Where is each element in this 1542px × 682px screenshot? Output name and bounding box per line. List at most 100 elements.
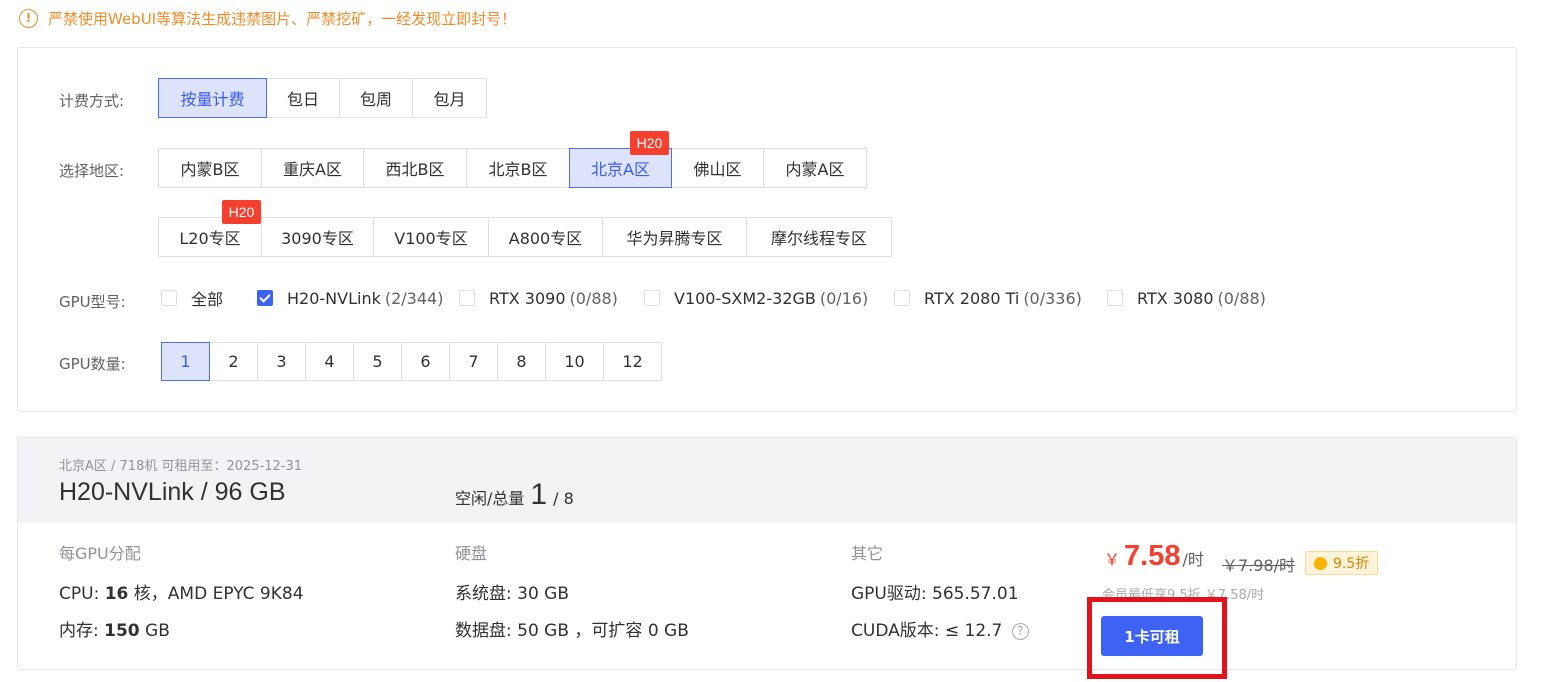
memory-label: 内存:	[59, 621, 99, 641]
question-circle-icon[interactable]: ?	[1011, 622, 1029, 640]
cpu-model: 核，AMD EPYC 9K84	[133, 584, 304, 604]
filter-panel: 计费方式: 按量计费 包日 包周 包月 选择地区: 内蒙B区 重庆A区 西北B区…	[17, 47, 1517, 412]
gpu-type-option-all[interactable]: 全部	[161, 286, 257, 310]
gpu-count-option-1[interactable]: 1	[161, 342, 210, 381]
gpu-count-option-6[interactable]: 6	[401, 342, 450, 381]
system-disk-spec: 系统盘: 30 GB	[455, 579, 569, 604]
gpu-type-name: V100-SXM2-32GB	[674, 288, 816, 308]
data-disk-value: 50 GB ，可扩容 0 GB	[517, 621, 689, 641]
gpu-driver-label: GPU驱动:	[851, 584, 927, 604]
gpu-type-count: (0/336)	[1023, 288, 1082, 308]
checkbox-checked[interactable]	[257, 290, 273, 306]
gpu-count-option-3[interactable]: 3	[257, 342, 306, 381]
gpu-type-name: 全部	[191, 290, 224, 309]
machine-model-title: H20-NVLink / 96 GB	[59, 478, 286, 506]
h20-badge: H20	[630, 131, 669, 155]
system-disk-value: 30 GB	[517, 584, 570, 604]
memory-value: 150	[104, 621, 140, 641]
idle-total: 空闲/总量 1 / 8	[455, 478, 574, 512]
checkbox[interactable]	[894, 290, 910, 306]
gpu-count-label: GPU数量:	[59, 355, 126, 373]
gpu-type-options: 全部 H20-NVLink (2/344) RTX 3090 (0/88) V1…	[161, 285, 1266, 311]
cuda-value: ≤ 12.7	[944, 621, 1003, 641]
gpu-type-option-rtx-2080-ti[interactable]: RTX 2080 Ti (0/336)	[894, 289, 1107, 308]
region-option-a800[interactable]: A800专区	[488, 217, 603, 257]
coin-icon	[1314, 556, 1327, 570]
region-option-label: 北京A区	[591, 160, 650, 179]
price-currency: ￥	[1104, 550, 1121, 569]
checkbox[interactable]	[459, 290, 475, 306]
gpu-type-name: H20-NVLink	[287, 288, 381, 308]
region-option-3090[interactable]: 3090专区	[261, 217, 374, 257]
billing-option-daily[interactable]: 包日	[266, 78, 340, 118]
system-disk-label: 系统盘:	[455, 584, 512, 604]
region-option-neimeng-b[interactable]: 内蒙B区	[158, 148, 262, 188]
gpu-count-option-7[interactable]: 7	[449, 342, 498, 381]
data-disk-label: 数据盘:	[455, 621, 512, 641]
gpu-type-name: RTX 2080 Ti	[924, 288, 1020, 308]
billing-option-monthly[interactable]: 包月	[412, 78, 487, 118]
region-options-row1: 内蒙B区 重庆A区 西北B区 北京B区 北京A区 H20 佛山区 内蒙A区	[158, 131, 867, 188]
gpu-count-option-5[interactable]: 5	[353, 342, 402, 381]
billing-options: 按量计费 包日 包周 包月	[158, 78, 487, 118]
memory-spec: 内存: 150 GB	[59, 616, 170, 641]
region-option-label: L20专区	[179, 229, 241, 248]
billing-option-pay-as-you-go[interactable]: 按量计费	[158, 78, 267, 118]
discount-text: 9.5折	[1333, 556, 1370, 572]
gpu-type-label: GPU型号:	[59, 293, 126, 311]
region-option-beijing-b[interactable]: 北京B区	[466, 148, 570, 188]
per-gpu-title: 每GPU分配	[59, 544, 141, 563]
member-discount-note: 会员最低享9.5折 ￥7.58/时	[1102, 588, 1265, 603]
cuda-spec: CUDA版本: ≤ 12.7 ?	[851, 616, 1029, 641]
gpu-type-count: (0/88)	[569, 288, 618, 308]
gpu-count-option-10[interactable]: 10	[545, 342, 604, 381]
gpu-driver-value: 565.57.01	[932, 584, 1019, 604]
region-option-moore-threads[interactable]: 摩尔线程专区	[746, 217, 892, 257]
region-option-v100[interactable]: V100专区	[373, 217, 489, 257]
region-option-foshan[interactable]: 佛山区	[671, 148, 764, 188]
checkbox[interactable]	[1107, 290, 1123, 306]
discount-badge: 9.5折	[1305, 551, 1379, 575]
gpu-type-option-rtx-3080[interactable]: RTX 3080 (0/88)	[1107, 289, 1266, 308]
gpu-type-count: (2/344)	[384, 288, 444, 308]
region-option-l20[interactable]: L20专区 H20	[158, 200, 262, 257]
memory-unit: GB	[145, 621, 170, 641]
warning-notice: ! 严禁使用WebUI等算法生成违禁图片、严禁挖矿，一经发现立即封号！	[19, 7, 516, 29]
total-count: / 8	[553, 489, 574, 508]
gpu-count-option-4[interactable]: 4	[305, 342, 354, 381]
notice-text: 严禁使用WebUI等算法生成违禁图片、严禁挖矿，一经发现立即封号！	[48, 9, 517, 28]
region-options-row2: L20专区 H20 3090专区 V100专区 A800专区 华为昇腾专区 摩尔…	[158, 200, 892, 257]
cuda-label: CUDA版本:	[851, 621, 940, 641]
gpu-type-count: (0/16)	[819, 288, 869, 308]
gpu-count-options: 1 2 3 4 5 6 7 8 10 12	[161, 342, 662, 381]
region-option-beijing-a[interactable]: 北京A区 H20	[569, 131, 672, 188]
region-option-xibei-b[interactable]: 西北B区	[363, 148, 467, 188]
gpu-count-option-8[interactable]: 8	[497, 342, 546, 381]
cpu-label: CPU:	[59, 584, 100, 604]
data-disk-spec: 数据盘: 50 GB ，可扩容 0 GB	[455, 616, 689, 641]
gpu-type-count: (0/88)	[1217, 288, 1266, 308]
region-option-huawei-ascend[interactable]: 华为昇腾专区	[602, 217, 747, 257]
gpu-type-option-h20-nvlink[interactable]: H20-NVLink (2/344)	[257, 289, 459, 308]
rent-button[interactable]: 1卡可租	[1101, 616, 1203, 656]
billing-option-weekly[interactable]: 包周	[339, 78, 413, 118]
checkbox[interactable]	[644, 290, 660, 306]
gpu-driver-spec: GPU驱动: 565.57.01	[851, 579, 1019, 604]
original-price: ￥7.98/时	[1222, 556, 1296, 575]
checkbox[interactable]	[161, 290, 177, 306]
price-unit: /时	[1182, 550, 1204, 569]
gpu-count-option-12[interactable]: 12	[603, 342, 662, 381]
machine-card-header: 北京A区 / 718机 可租用至：2025-12-31 H20-NVLink /…	[18, 438, 1516, 523]
cpu-spec: CPU: 16 核，AMD EPYC 9K84	[59, 579, 304, 604]
gpu-type-option-v100-sxm2[interactable]: V100-SXM2-32GB (0/16)	[644, 289, 894, 308]
region-option-chongqing-a[interactable]: 重庆A区	[261, 148, 364, 188]
gpu-type-name: RTX 3080	[1137, 288, 1214, 308]
machine-meta: 北京A区 / 718机 可租用至：2025-12-31	[59, 459, 303, 474]
hourly-price: ￥ 7.58 /时	[1104, 540, 1204, 573]
gpu-count-option-2[interactable]: 2	[209, 342, 258, 381]
region-option-neimeng-a[interactable]: 内蒙A区	[763, 148, 867, 188]
billing-label: 计费方式:	[59, 92, 125, 110]
gpu-type-option-rtx-3090[interactable]: RTX 3090 (0/88)	[459, 289, 644, 308]
price-value: 7.58	[1124, 540, 1181, 572]
h20-badge: H20	[222, 200, 261, 224]
